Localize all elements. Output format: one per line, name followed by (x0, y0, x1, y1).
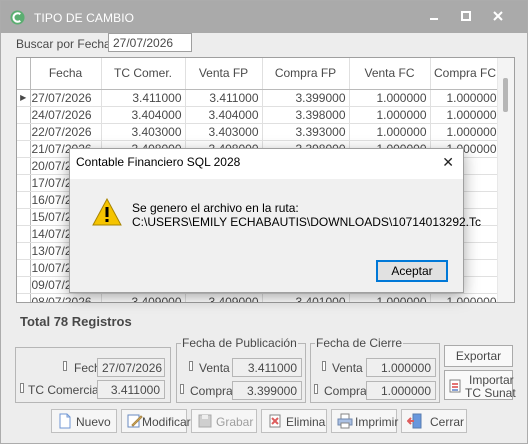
dialog-body: Se genero el archivo en la ruta: C:\USER… (70, 179, 481, 292)
dialog-message-path: C:\USERS\EMILY ECHABAUTIS\DOWNLOADS\1071… (132, 215, 482, 229)
aceptar-label: Aceptar (391, 264, 433, 278)
dialog-title: Contable Financiero SQL 2028 (76, 155, 241, 169)
message-dialog: Contable Financiero SQL 2028 ✕ Se genero… (69, 148, 481, 293)
aceptar-button[interactable]: Aceptar (376, 260, 448, 282)
dialog-message-line1: Se genero el archivo en la ruta: (132, 201, 299, 215)
warning-icon (92, 198, 122, 226)
dialog-close-icon[interactable]: ✕ (442, 154, 454, 171)
